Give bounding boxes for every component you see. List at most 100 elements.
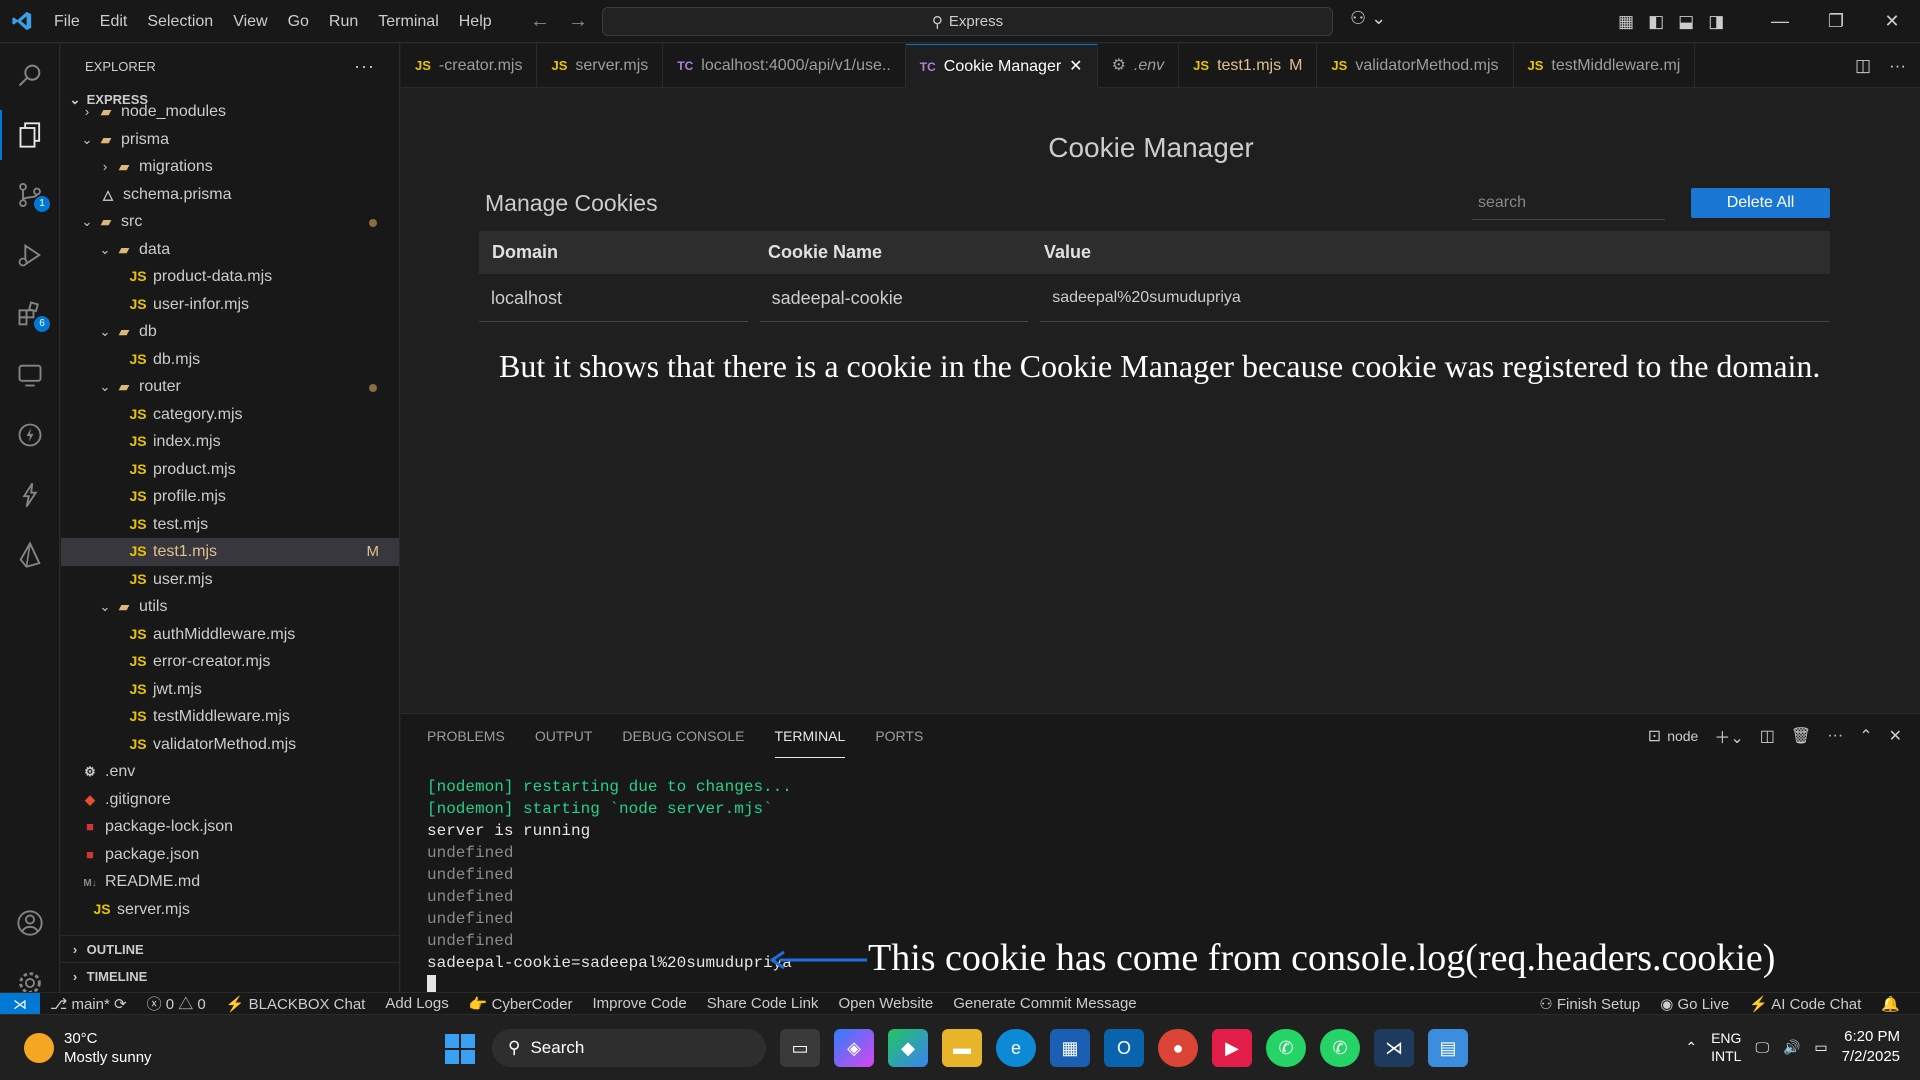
tree-item[interactable]: ■ package-lock.json: [61, 813, 399, 841]
status-item-add-logs[interactable]: Add Logs: [375, 995, 458, 1013]
lightning-icon[interactable]: [0, 470, 60, 520]
status-item-finish-setup[interactable]: ⚇ Finish Setup: [1529, 995, 1650, 1013]
tree-item[interactable]: › ▰ migrations: [61, 153, 399, 181]
menu-item-terminal[interactable]: Terminal: [368, 0, 448, 43]
panel-tab-output[interactable]: OUTPUT: [535, 714, 593, 758]
notepad-icon[interactable]: ▤: [1428, 1029, 1468, 1067]
more-actions-icon[interactable]: ···: [1889, 56, 1906, 76]
delete-all-button[interactable]: Delete All: [1691, 188, 1830, 218]
taskbar-search[interactable]: ⚲ Search: [492, 1029, 766, 1067]
status-item-blackbox-chat[interactable]: ⚡ BLACKBOX Chat: [216, 995, 376, 1013]
branch-indicator[interactable]: ⎇ main* ⟳: [40, 995, 137, 1013]
tab-testmiddleware-mj[interactable]: JS testMiddleware.mj: [1514, 44, 1696, 88]
explorer-more-icon[interactable]: ···: [354, 56, 375, 77]
tree-item[interactable]: JS index.mjs: [61, 428, 399, 456]
cookie-search-input[interactable]: search: [1472, 188, 1665, 220]
tab--env[interactable]: ⚙ .env: [1098, 44, 1180, 88]
forward-arrow-icon[interactable]: →: [568, 10, 588, 33]
tab--creator-mjs[interactable]: JS -creator.mjs: [401, 44, 538, 88]
tree-item[interactable]: ⌄ ▰ prisma: [61, 126, 399, 154]
menu-item-help[interactable]: Help: [449, 0, 502, 43]
tree-item[interactable]: JS error-creator.mjs: [61, 648, 399, 676]
account-icon[interactable]: [0, 898, 60, 948]
restore-icon[interactable]: ❐: [1808, 0, 1864, 43]
tree-item[interactable]: JS profile.mjs: [61, 483, 399, 511]
outline-section[interactable]: › OUTLINE: [61, 935, 399, 962]
whatsapp-icon[interactable]: ✆: [1266, 1029, 1306, 1067]
cookie-name-cell[interactable]: sadeepal-cookie: [759, 278, 1029, 322]
tree-item[interactable]: JS product-data.mjs: [61, 263, 399, 291]
remote-indicator-icon[interactable]: ⋊: [0, 992, 40, 1015]
tree-item[interactable]: JS test1.mjs M: [61, 538, 399, 566]
whatsapp-business-icon[interactable]: ✆: [1320, 1029, 1360, 1067]
outlook-icon[interactable]: O: [1104, 1029, 1144, 1067]
remote-explorer-icon[interactable]: [0, 350, 60, 400]
status-item-improve-code[interactable]: Improve Code: [582, 995, 696, 1013]
tree-item[interactable]: ⌄ ▰ data: [61, 236, 399, 264]
explorer-icon[interactable]: [0, 110, 60, 160]
command-center[interactable]: ⚲ Express: [602, 7, 1333, 36]
tree-item[interactable]: JS testMiddleware.mjs: [61, 703, 399, 731]
show-hidden-icons-icon[interactable]: ⌃: [1685, 1039, 1697, 1056]
tree-item[interactable]: JS validatorMethod.mjs: [61, 731, 399, 759]
back-arrow-icon[interactable]: ←: [530, 10, 550, 33]
vscode-taskbar-icon[interactable]: ⋊: [1374, 1029, 1414, 1067]
menu-item-go[interactable]: Go: [278, 0, 319, 43]
menu-item-view[interactable]: View: [223, 0, 277, 43]
customize-layout-icon[interactable]: ▦: [1618, 12, 1634, 32]
prisma-icon[interactable]: [0, 530, 60, 580]
panel-tab-terminal[interactable]: TERMINAL: [774, 714, 846, 758]
panel-tab-problems[interactable]: PROBLEMS: [427, 714, 505, 758]
thunder-client-icon[interactable]: [0, 410, 60, 460]
tab-localhost-4000-api-v1-use-[interactable]: TC localhost:4000/api/v1/use..: [663, 44, 906, 88]
trash-icon[interactable]: 🗑: [1791, 726, 1811, 746]
file-explorer-icon[interactable]: ▬: [942, 1029, 982, 1067]
status-item-cybercoder[interactable]: 👉 CyberCoder: [459, 995, 583, 1013]
new-terminal-icon[interactable]: ＋⌄: [1714, 724, 1743, 748]
run-debug-icon[interactable]: [0, 230, 60, 280]
tree-item[interactable]: JS test.mjs: [61, 511, 399, 539]
minimize-icon[interactable]: —: [1752, 0, 1808, 43]
weather-widget[interactable]: 30°C Mostly sunny: [24, 1029, 152, 1067]
volume-icon[interactable]: 🔊: [1783, 1039, 1800, 1056]
edge-icon[interactable]: e: [996, 1029, 1036, 1067]
language-indicator[interactable]: ENG INTL: [1711, 1029, 1741, 1065]
battery-icon[interactable]: ▭: [1814, 1039, 1827, 1056]
panel-tab-ports[interactable]: PORTS: [875, 714, 923, 758]
tab-cookie-manager[interactable]: TC Cookie Manager ✕: [905, 44, 1098, 88]
tree-item[interactable]: JS product.mjs: [61, 456, 399, 484]
tree-item[interactable]: › ▰ node_modules: [61, 98, 399, 126]
close-panel-icon[interactable]: ✕: [1889, 726, 1902, 746]
status-item-go-live[interactable]: ◉ Go Live: [1650, 995, 1739, 1013]
maximize-panel-icon[interactable]: ⌃: [1859, 726, 1872, 746]
cookie-domain-cell[interactable]: localhost: [479, 278, 748, 322]
tree-item[interactable]: ◆ .gitignore: [61, 786, 399, 814]
toggle-panel-icon[interactable]: ⬓: [1678, 12, 1694, 32]
tree-item[interactable]: ⌄ ▰ src: [61, 208, 399, 236]
tab-test1-mjs[interactable]: JS test1.mjs M: [1179, 44, 1318, 88]
tree-item[interactable]: JS authMiddleware.mjs: [61, 621, 399, 649]
copilot-app-icon[interactable]: ◈: [834, 1029, 874, 1067]
store-icon[interactable]: ▦: [1050, 1029, 1090, 1067]
menu-item-file[interactable]: File: [44, 0, 90, 43]
search-icon[interactable]: [0, 50, 60, 100]
timeline-section[interactable]: › TIMELINE: [61, 962, 399, 989]
terminal-shell-label[interactable]: node: [1667, 728, 1698, 744]
menu-item-edit[interactable]: Edit: [90, 0, 138, 43]
chrome-icon[interactable]: ●: [1158, 1029, 1198, 1067]
cookie-value-cell[interactable]: sadeepal%20sumudupriya: [1040, 278, 1830, 322]
status-item-ai-code-chat[interactable]: ⚡ AI Code Chat: [1739, 995, 1871, 1013]
status-item-share-code-link[interactable]: Share Code Link: [697, 995, 829, 1013]
tree-item[interactable]: ⚙ .env: [61, 758, 399, 786]
tree-item[interactable]: ⌄ ▰ router: [61, 373, 399, 401]
tree-item[interactable]: △ schema.prisma: [61, 181, 399, 209]
tab-server-mjs[interactable]: JS server.mjs: [537, 44, 664, 88]
split-editor-icon[interactable]: ◫: [1855, 56, 1871, 76]
tree-item[interactable]: JS db.mjs: [61, 346, 399, 374]
tab-validatormethod-mjs[interactable]: JS validatorMethod.mjs: [1317, 44, 1514, 88]
tree-item[interactable]: ⌄ ▰ db: [61, 318, 399, 346]
split-terminal-icon[interactable]: ◫: [1760, 726, 1775, 746]
problems-indicator[interactable]: ⓧ 0 △ 0: [137, 993, 216, 1014]
task-view-icon[interactable]: ▭: [780, 1029, 820, 1067]
toggle-secondary-sidebar-icon[interactable]: ◨: [1708, 12, 1724, 32]
